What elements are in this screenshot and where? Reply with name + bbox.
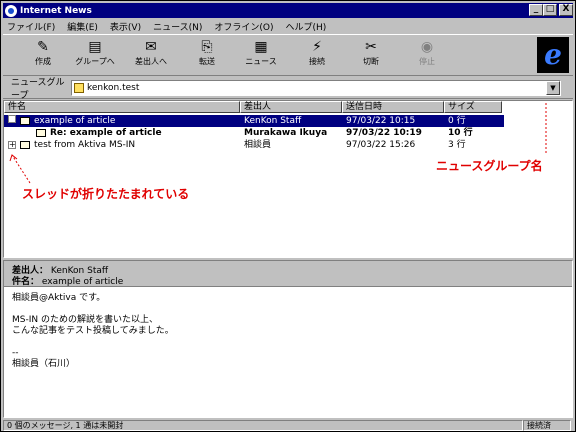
preview-body: 相談員@Aktiva です。 MS-IN のための解説を書いた以上、 こんな記事… bbox=[12, 293, 174, 369]
disconnect-button[interactable]: ✂ 切断 bbox=[347, 37, 395, 73]
stop-label: 停止 bbox=[419, 57, 435, 66]
reply-group-icon: ▤ bbox=[88, 39, 102, 55]
status-connection: 接続済 bbox=[523, 419, 571, 431]
preview-pane: 差出人： KenKon Staff 件名： example of article… bbox=[3, 260, 573, 418]
annotation-thread-folded: スレッドが折りたたまれている bbox=[22, 187, 190, 201]
maximize-button[interactable]: □ bbox=[543, 4, 557, 16]
reply-group-button[interactable]: ▤ グループへ bbox=[71, 37, 119, 73]
menu-offline[interactable]: オフライン(O) bbox=[214, 20, 273, 33]
forward-button[interactable]: ⎘ 転送 bbox=[183, 37, 231, 73]
minimize-button[interactable]: _ bbox=[529, 4, 543, 16]
annotation-newsgroup-name: ニュースグループ名 bbox=[436, 159, 543, 173]
reply-author-icon: ✉ bbox=[145, 39, 157, 55]
reply-group-label: グループへ bbox=[75, 57, 115, 66]
window-title: Internet News bbox=[20, 5, 92, 16]
reply-author-button[interactable]: ✉ 差出人へ bbox=[127, 37, 175, 73]
preview-subject-row: 件名： example of article bbox=[12, 274, 123, 287]
menu-help[interactable]: ヘルプ(H) bbox=[286, 20, 327, 33]
reply-author-label: 差出人へ bbox=[135, 57, 167, 66]
chevron-down-icon[interactable]: ▼ bbox=[546, 80, 560, 95]
newsgroup-select[interactable]: kenkon.test ▼ bbox=[71, 79, 561, 96]
stop-icon: ◉ bbox=[420, 39, 434, 55]
menu-file[interactable]: ファイル(F) bbox=[7, 20, 55, 33]
connect-button[interactable]: ⚡ 接続 bbox=[293, 37, 341, 73]
newsgroups-icon: ▦ bbox=[254, 39, 268, 55]
connect-icon: ⚡ bbox=[312, 39, 322, 55]
disconnect-icon: ✂ bbox=[365, 39, 377, 55]
newsgroup-icon bbox=[74, 82, 84, 93]
newsgroup-value: kenkon.test bbox=[87, 82, 140, 93]
preview-header: 差出人： KenKon Staff 件名： example of article bbox=[4, 261, 572, 287]
message-list: 件名 差出人 送信日時 サイズ example of article KenKo… bbox=[3, 100, 573, 258]
menu-bar: ファイル(F) 編集(E) 表示(V) ニュース(N) オフライン(O) ヘルプ… bbox=[3, 19, 573, 33]
status-message-count: 0 個のメッセージ, 1 通は未開封 bbox=[3, 419, 523, 431]
title-bar: Internet News _ □ X bbox=[3, 3, 573, 18]
newsgroups-button[interactable]: ▦ ニュース bbox=[237, 37, 285, 73]
preview-subject-value: example of article bbox=[41, 277, 124, 287]
preview-subject-label: 件名： bbox=[12, 277, 40, 287]
application-window: Internet News _ □ X ファイル(F) 編集(E) 表示(V) … bbox=[0, 0, 576, 432]
menu-view[interactable]: 表示(V) bbox=[110, 20, 141, 33]
forward-label: 転送 bbox=[199, 57, 215, 66]
newsgroup-bar: ニュースグループ kenkon.test ▼ bbox=[3, 77, 573, 101]
app-icon[interactable] bbox=[5, 4, 17, 17]
newsgroup-label: ニュースグループ bbox=[11, 77, 65, 101]
menu-news[interactable]: ニュース(N) bbox=[153, 20, 202, 33]
stop-button[interactable]: ◉ 停止 bbox=[403, 37, 451, 73]
toolbar: ✎ 作成 ▤ グループへ ✉ 差出人へ ⎘ 転送 ▦ ニュース ⚡ 接続 ✂ 切… bbox=[3, 34, 573, 76]
close-button[interactable]: X bbox=[559, 4, 573, 16]
new-message-icon: ✎ bbox=[37, 39, 49, 55]
newsgroups-label: ニュース bbox=[245, 57, 277, 66]
annotation-arrows bbox=[9, 101, 547, 184]
forward-icon: ⎘ bbox=[201, 39, 213, 55]
internet-explorer-logo: e bbox=[537, 37, 569, 73]
connect-label: 接続 bbox=[309, 57, 325, 66]
menu-edit[interactable]: 編集(E) bbox=[67, 20, 98, 33]
disconnect-label: 切断 bbox=[363, 57, 379, 66]
new-message-label: 作成 bbox=[35, 57, 51, 66]
status-bar: 0 個のメッセージ, 1 通は未開封 接続済 bbox=[3, 419, 573, 431]
new-message-button[interactable]: ✎ 作成 bbox=[19, 37, 67, 73]
